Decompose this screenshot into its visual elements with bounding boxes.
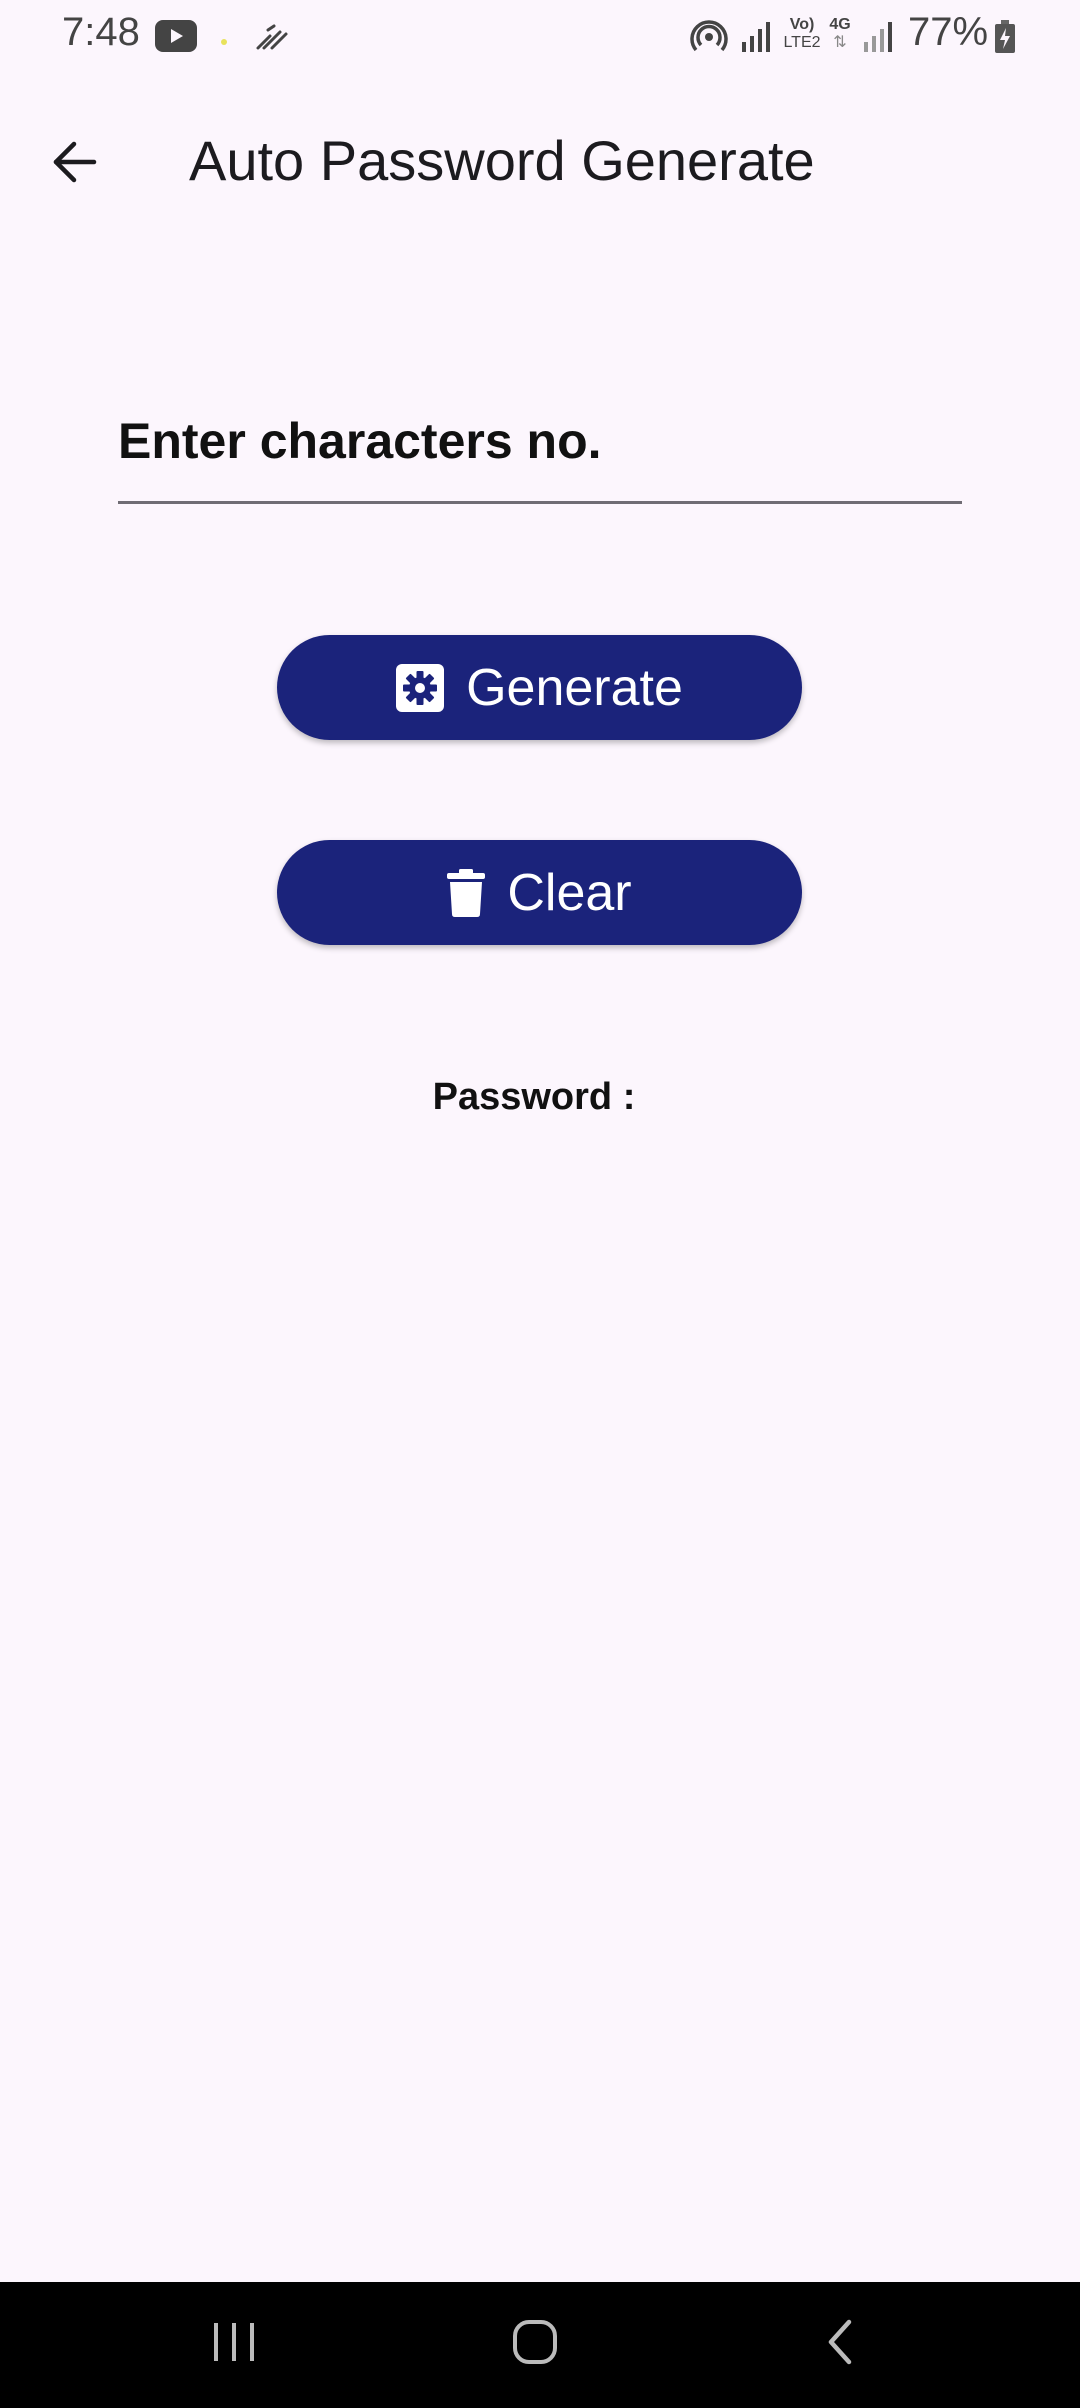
clear-label: Clear <box>507 863 632 922</box>
arrow-back-icon <box>50 140 98 189</box>
network-type-label: 4G <box>829 16 851 33</box>
mobile-data-icon: 4G ⇅ <box>826 16 854 52</box>
generate-button[interactable]: Generate <box>277 635 802 740</box>
navigation-bar <box>0 2282 1080 2408</box>
battery-percent: 77% <box>908 10 989 54</box>
stylus-icon <box>254 22 290 57</box>
screen: 7:48 Vo) LTE2 4G ⇅ 77% Auto Password Gen… <box>0 0 1080 2408</box>
trash-icon <box>447 868 486 917</box>
gear-icon <box>396 663 445 712</box>
recent-apps-button[interactable] <box>174 2304 294 2384</box>
status-time: 7:48 <box>62 10 140 54</box>
notification-dot-icon <box>220 33 228 51</box>
volte-label-bottom: LTE2 <box>783 34 821 51</box>
volte-icon: Vo) LTE2 <box>780 16 824 52</box>
generate-label: Generate <box>466 658 683 717</box>
home-button[interactable] <box>475 2304 595 2384</box>
signal-icon <box>862 20 896 59</box>
recent-apps-icon <box>212 2321 256 2368</box>
back-icon <box>825 2318 855 2371</box>
page-title: Auto Password Generate <box>189 129 815 192</box>
hotspot-icon <box>690 18 728 61</box>
back-nav-button[interactable] <box>780 2304 900 2384</box>
home-icon <box>512 2319 558 2370</box>
password-label: Password : <box>432 1076 636 1118</box>
clear-button[interactable]: Clear <box>277 840 802 945</box>
back-button[interactable] <box>28 124 120 204</box>
characters-input[interactable] <box>118 380 962 504</box>
battery-charging-icon <box>994 20 1016 59</box>
signal-icon <box>740 20 774 59</box>
youtube-icon <box>155 20 197 57</box>
volte-label-top: Vo) <box>789 16 815 33</box>
app-bar: Auto Password Generate <box>0 100 1080 228</box>
status-bar: 7:48 Vo) LTE2 4G ⇅ 77% <box>0 0 1080 72</box>
characters-field <box>118 380 962 506</box>
